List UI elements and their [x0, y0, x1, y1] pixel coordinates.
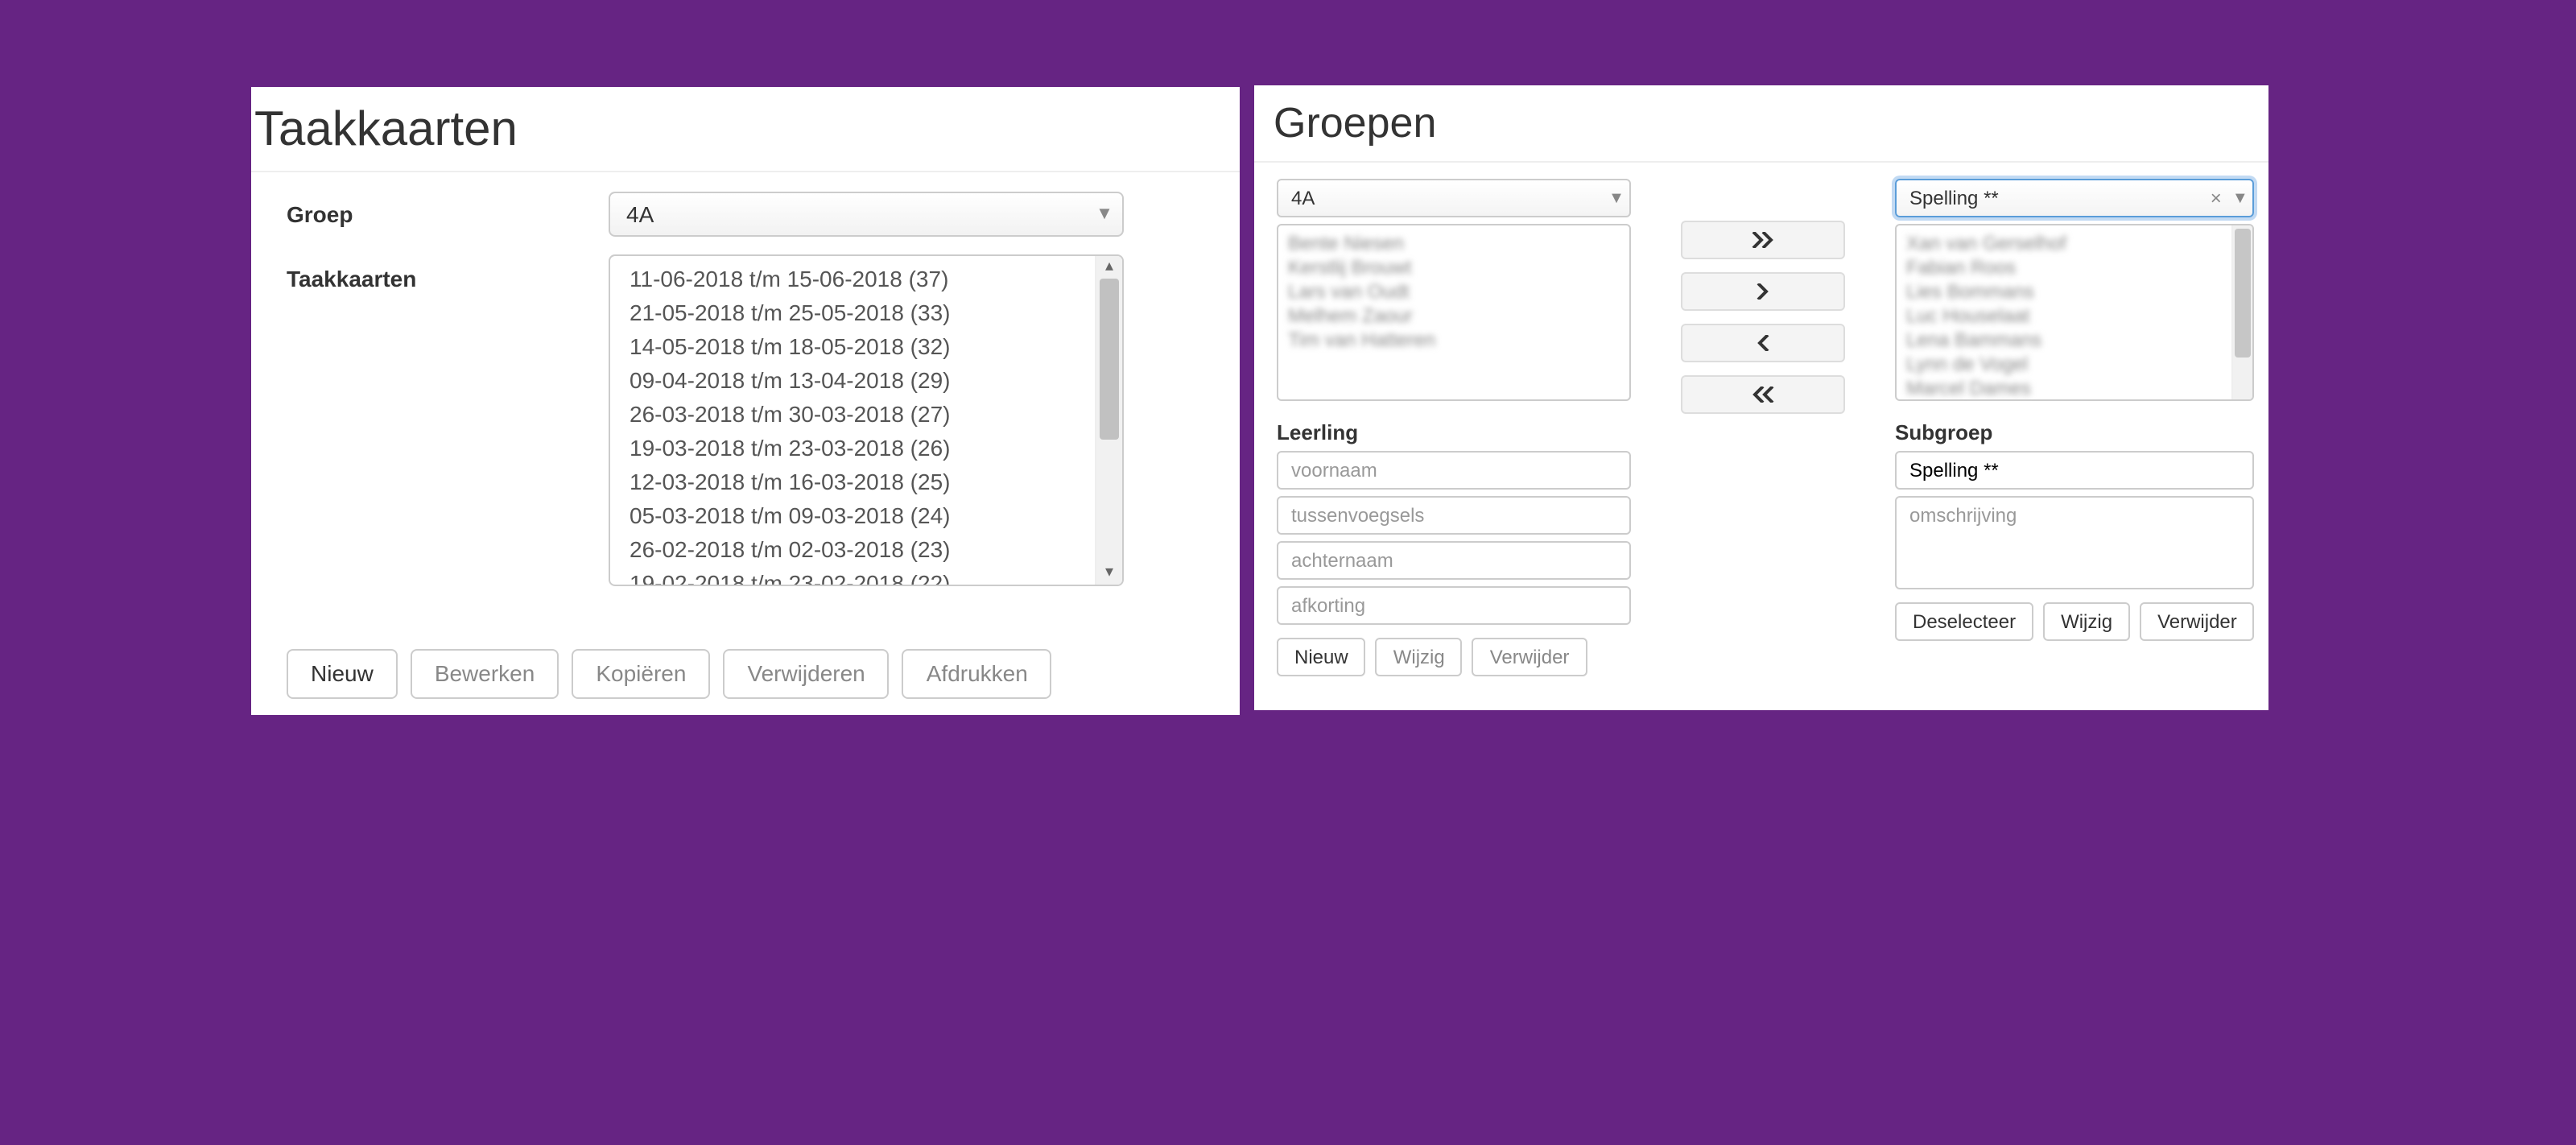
leerling-wijzig-button[interactable]: Wijzig	[1376, 638, 1463, 676]
tussenvoegsels-input[interactable]	[1277, 496, 1631, 535]
list-item[interactable]: Lena Bammans	[1906, 329, 2223, 353]
list-item[interactable]: Melhem Zaour	[1288, 304, 1620, 329]
leerling-nieuw-button[interactable]: Nieuw	[1277, 638, 1366, 676]
groep-select-value: 4A	[1278, 187, 1604, 209]
chevron-right-icon	[1757, 283, 1769, 300]
list-item[interactable]: Lies Bommans	[1906, 280, 2223, 304]
voornaam-input[interactable]	[1277, 451, 1631, 490]
list-item[interactable]: 14-05-2018 t/m 18-05-2018 (32)	[610, 330, 1095, 364]
afkorting-input[interactable]	[1277, 586, 1631, 625]
move-right-button[interactable]	[1681, 272, 1845, 311]
chevron-left-icon	[1757, 335, 1769, 351]
taakkaarten-label: Taakkaarten	[251, 256, 609, 291]
list-item[interactable]: Bente Niesen	[1288, 232, 1620, 256]
subgroep-select-value: Spelling **	[1897, 187, 2205, 209]
list-item[interactable]: 12-03-2018 t/m 16-03-2018 (25)	[610, 465, 1095, 499]
groep-dropdown[interactable]: 4A ▼	[609, 192, 1124, 237]
scrollbar[interactable]	[2232, 225, 2253, 399]
leerling-listbox[interactable]: Bente NiesenKerstlij BrouwtLars van Oudt…	[1277, 224, 1631, 401]
groepen-panel: Groepen 4A ▼ Bente NiesenKerstlij Brouwt…	[1254, 85, 2268, 710]
leerling-section-label: Leerling	[1277, 420, 1631, 444]
list-item[interactable]: 11-06-2018 t/m 15-06-2018 (37)	[610, 262, 1095, 296]
achternaam-input[interactable]	[1277, 541, 1631, 580]
taakkaarten-title: Taakkaarten	[251, 87, 1240, 171]
afdrukken-button[interactable]: Afdrukken	[902, 649, 1052, 699]
list-item[interactable]: 19-02-2018 t/m 23-02-2018 (22)	[610, 567, 1095, 585]
groepen-title: Groepen	[1254, 82, 2268, 161]
chevron-down-icon: ▼	[2227, 189, 2253, 207]
taakkaarten-panel: Taakkaarten Groep 4A ▼ Taakkaarten 11-06…	[251, 87, 1240, 715]
move-all-left-button[interactable]	[1681, 375, 1845, 414]
verwijderen-button[interactable]: Verwijderen	[723, 649, 889, 699]
taakkaarten-listbox[interactable]: 11-06-2018 t/m 15-06-2018 (37)21-05-2018…	[609, 254, 1124, 586]
groep-select[interactable]: 4A ▼	[1277, 179, 1631, 217]
list-item[interactable]: Tim van Hatteren	[1288, 329, 1620, 353]
subgroep-name-input[interactable]	[1895, 451, 2255, 490]
subgroep-listbox[interactable]: Xan van GerselhofFabian RoosLies Bommans…	[1895, 224, 2255, 401]
subgroep-select[interactable]: Spelling ** × ▼	[1895, 179, 2255, 217]
list-item[interactable]: 05-03-2018 t/m 09-03-2018 (24)	[610, 499, 1095, 533]
move-all-right-button[interactable]	[1681, 221, 1845, 259]
clear-icon[interactable]: ×	[2205, 187, 2227, 209]
list-item[interactable]: 26-02-2018 t/m 02-03-2018 (23)	[610, 533, 1095, 567]
list-item[interactable]: Marcel Dames	[1906, 377, 2223, 399]
list-item[interactable]: 19-03-2018 t/m 23-03-2018 (26)	[610, 432, 1095, 465]
scroll-down-arrow[interactable]: ▾	[1096, 562, 1122, 585]
subgroep-deselecteer-button[interactable]: Deselecteer	[1895, 602, 2033, 641]
list-item[interactable]: 09-04-2018 t/m 13-04-2018 (29)	[610, 364, 1095, 398]
scroll-thumb[interactable]	[2235, 229, 2252, 358]
scroll-up-arrow[interactable]: ▴	[1096, 256, 1122, 279]
bewerken-button[interactable]: Bewerken	[411, 649, 559, 699]
scrollbar[interactable]: ▴ ▾	[1095, 256, 1122, 585]
list-item[interactable]: Fabian Roos	[1906, 256, 2223, 280]
move-left-button[interactable]	[1681, 324, 1845, 362]
list-item[interactable]: Lars van Oudt	[1288, 280, 1620, 304]
subgroep-wijzig-button[interactable]: Wijzig	[2043, 602, 2130, 641]
subgroep-desc-input[interactable]	[1895, 496, 2255, 589]
nieuw-button[interactable]: Nieuw	[287, 649, 398, 699]
list-item[interactable]: 26-03-2018 t/m 30-03-2018 (27)	[610, 398, 1095, 432]
subgroep-verwijder-button[interactable]: Verwijder	[2140, 602, 2255, 641]
kopieren-button[interactable]: Kopiëren	[572, 649, 710, 699]
list-item[interactable]: Kerstlij Brouwt	[1288, 256, 1620, 280]
list-item[interactable]: Luc Houselaat	[1906, 304, 2223, 329]
double-chevron-left-icon	[1752, 386, 1774, 403]
scroll-thumb[interactable]	[1100, 279, 1119, 440]
list-item[interactable]: Lynn de Vogel	[1906, 353, 2223, 377]
list-item[interactable]: 21-05-2018 t/m 25-05-2018 (33)	[610, 296, 1095, 330]
groep-label: Groep	[251, 192, 609, 227]
groep-dropdown-value: 4A	[610, 201, 1087, 227]
chevron-down-icon: ▼	[1087, 205, 1122, 224]
double-chevron-right-icon	[1752, 232, 1774, 248]
chevron-down-icon: ▼	[1604, 189, 1629, 207]
leerling-verwijder-button[interactable]: Verwijder	[1472, 638, 1587, 676]
list-item[interactable]: Xan van Gerselhof	[1906, 232, 2223, 256]
subgroep-section-label: Subgroep	[1895, 420, 2255, 444]
